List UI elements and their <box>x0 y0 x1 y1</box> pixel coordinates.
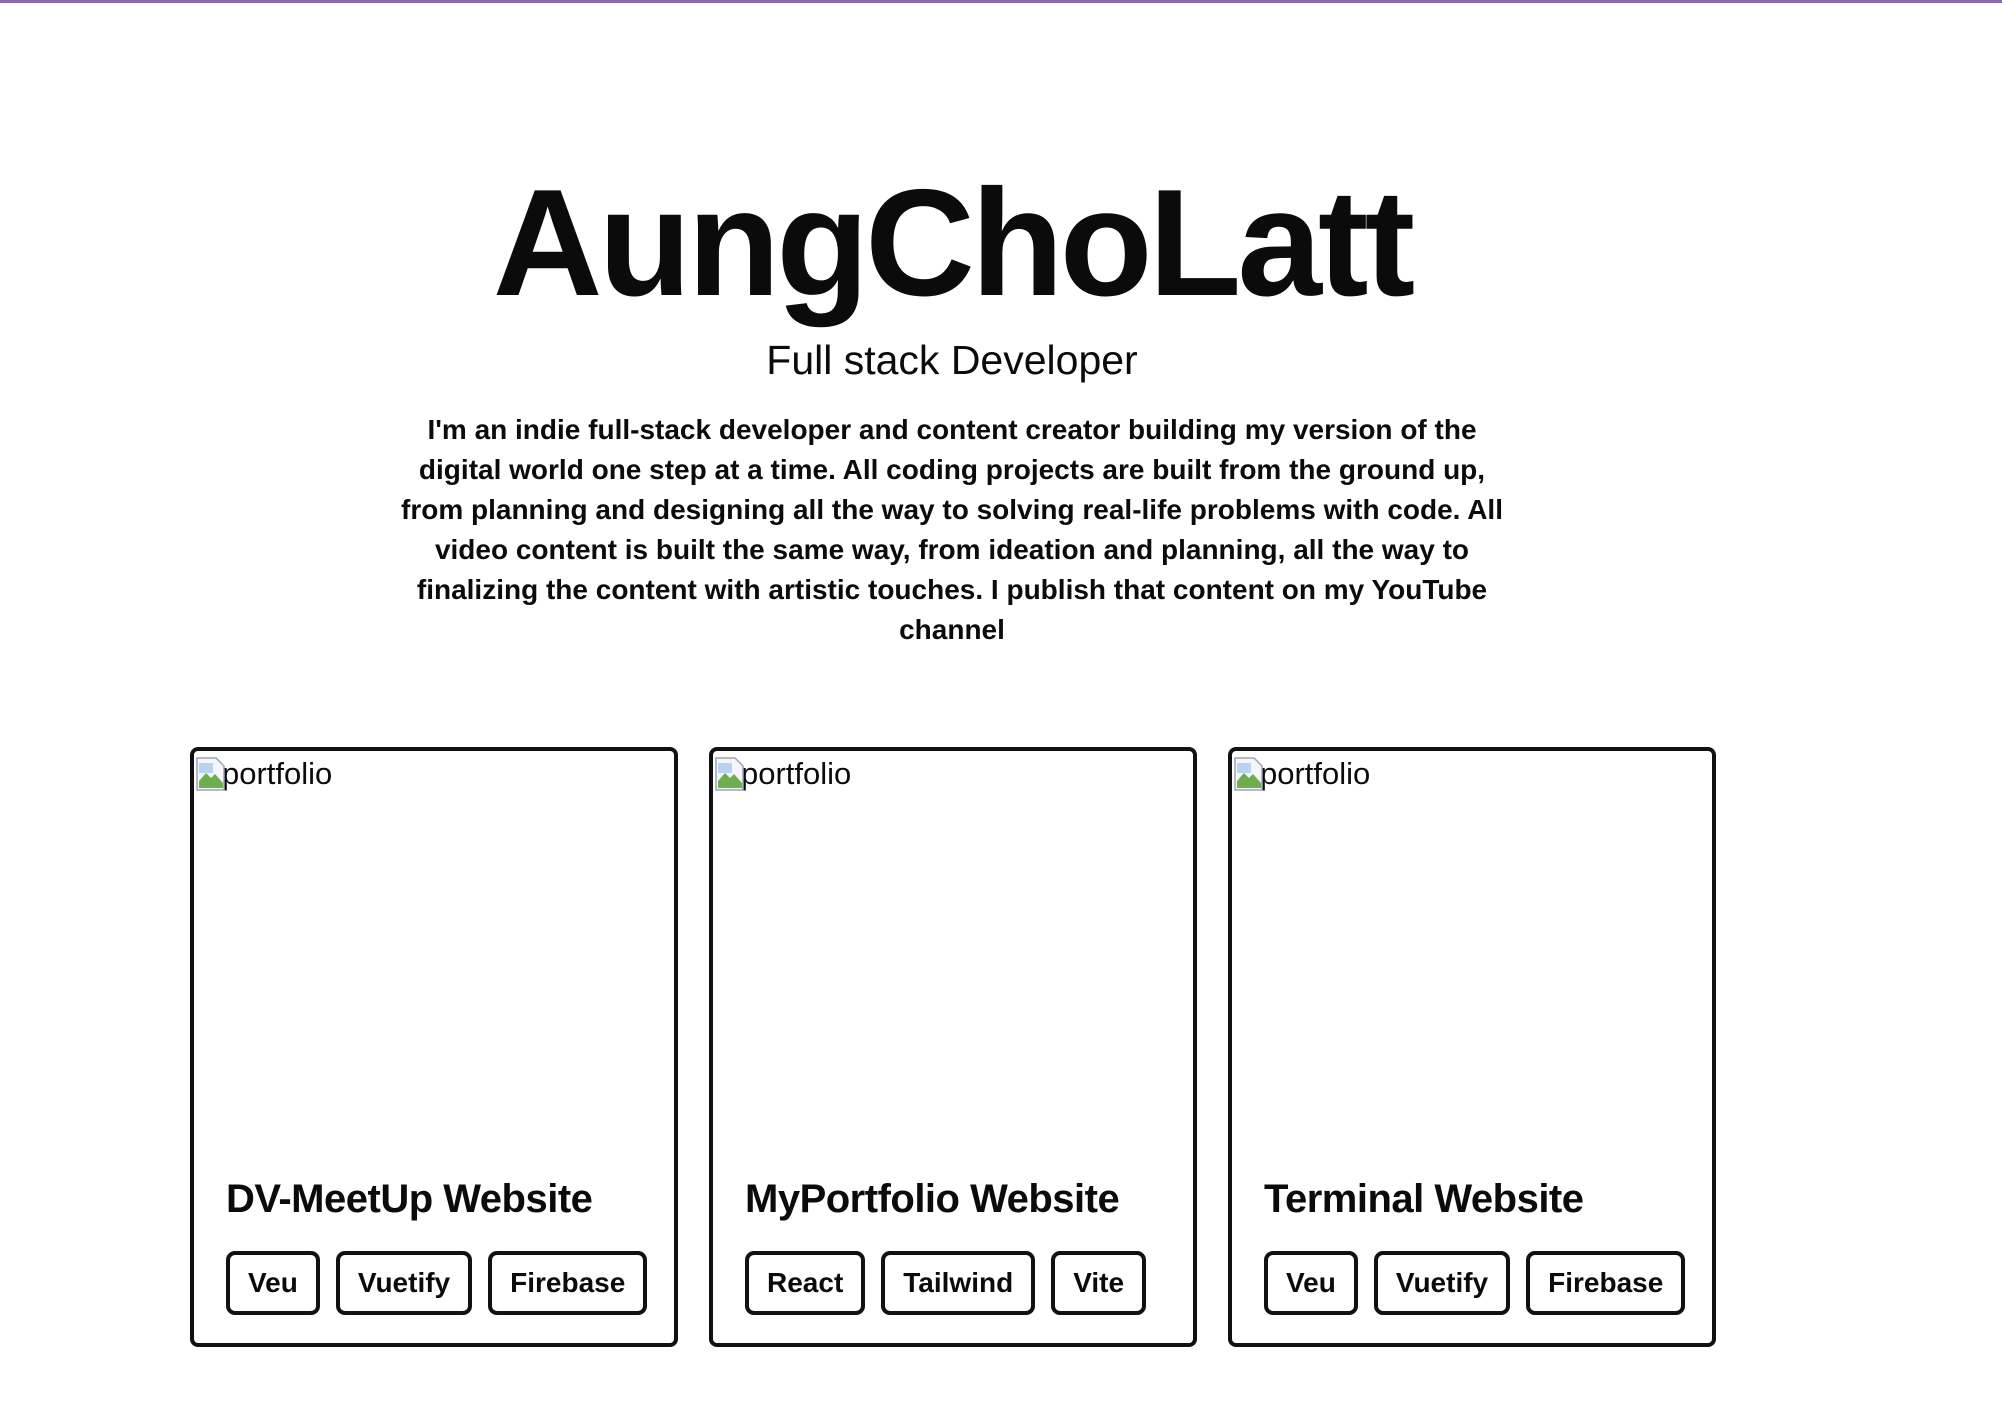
project-thumbnail: portfolio <box>713 751 1193 1151</box>
hero-bio: I'm an indie full-stack developer and co… <box>401 414 1503 645</box>
top-accent-line <box>0 0 2002 3</box>
tag-vuetify[interactable]: Vuetify <box>335 1251 473 1315</box>
project-title: Terminal Website <box>1264 1177 1584 1221</box>
project-thumbnail: portfolio <box>1232 751 1712 1151</box>
image-alt-text: portfolio <box>741 756 852 791</box>
tech-tags: Veu Vuetify Firebase <box>1264 1251 1686 1315</box>
tag-vite[interactable]: Vite <box>1051 1251 1147 1315</box>
image-alt-text: portfolio <box>222 756 333 791</box>
broken-image-icon <box>196 757 226 791</box>
tag-tailwind[interactable]: Tailwind <box>881 1251 1036 1315</box>
broken-image-icon <box>715 757 745 791</box>
project-title: MyPortfolio Website <box>745 1177 1120 1221</box>
hero-role: Full stack Developer <box>766 337 1138 383</box>
project-image: portfolio <box>1234 755 1370 793</box>
image-alt-text: portfolio <box>1260 756 1371 791</box>
project-thumbnail: portfolio <box>194 751 674 1151</box>
tag-firebase[interactable]: Firebase <box>488 1251 648 1315</box>
tag-firebase[interactable]: Firebase <box>1526 1251 1686 1315</box>
project-title: DV-MeetUp Website <box>226 1177 593 1221</box>
tech-tags: React Tailwind Vite <box>745 1251 1147 1315</box>
tag-vuetify[interactable]: Vuetify <box>1373 1251 1511 1315</box>
project-card[interactable]: portfolio Terminal Website Veu Vuetify F… <box>1228 747 1716 1347</box>
broken-image-icon <box>1234 757 1264 791</box>
tag-react[interactable]: React <box>745 1251 866 1315</box>
project-image: portfolio <box>196 755 332 793</box>
tech-tags: Veu Vuetify Firebase <box>226 1251 648 1315</box>
project-card[interactable]: portfolio MyPortfolio Website React Tail… <box>709 747 1197 1347</box>
project-card[interactable]: portfolio DV-MeetUp Website Veu Vuetify … <box>190 747 678 1347</box>
hero-name: AungChoLatt <box>492 158 1415 328</box>
tag-veu[interactable]: Veu <box>226 1251 320 1315</box>
project-image: portfolio <box>715 755 851 793</box>
project-cards: portfolio DV-MeetUp Website Veu Vuetify … <box>190 747 1716 1347</box>
tag-veu[interactable]: Veu <box>1264 1251 1358 1315</box>
